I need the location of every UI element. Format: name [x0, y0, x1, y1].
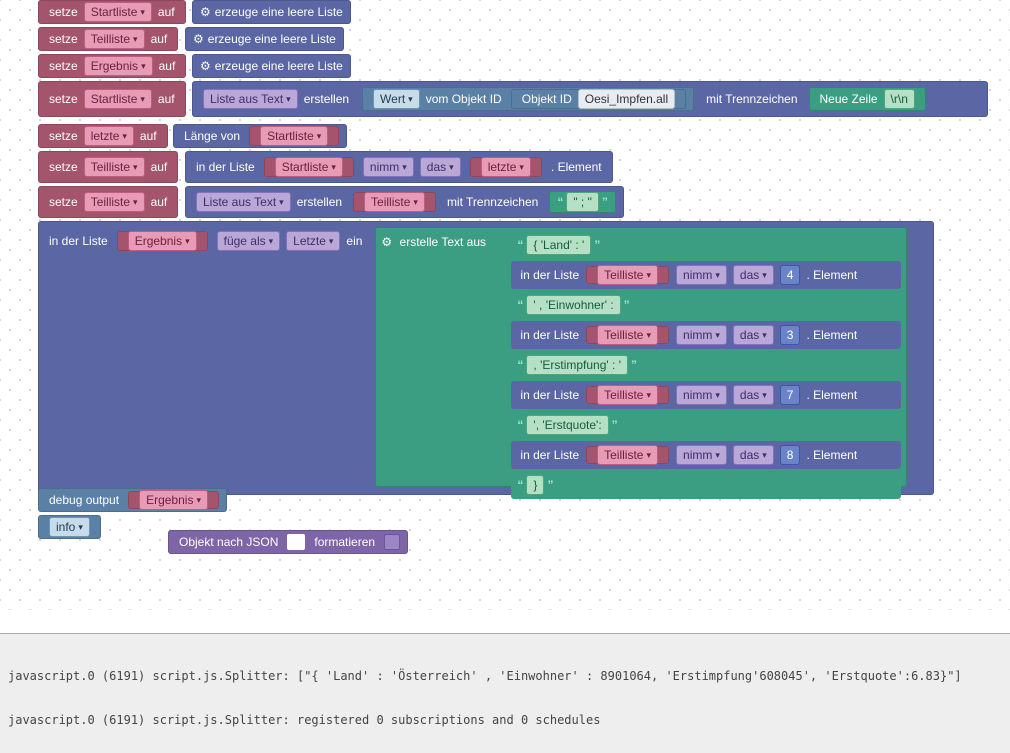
var-ref-teilliste[interactable]: Teilliste	[353, 192, 436, 212]
list-get-8[interactable]: in der Liste Teilliste nimm das 8 . Elem…	[511, 441, 901, 469]
dd-info[interactable]: info	[49, 517, 90, 537]
kw-setze: setze	[49, 5, 78, 19]
set-startliste-1[interactable]: setze Startliste auf	[38, 0, 186, 24]
dd-nimm[interactable]: nimm	[363, 157, 414, 177]
var-ref-startliste[interactable]: Startliste	[249, 126, 339, 146]
debug-output[interactable]: debug output Ergebnis	[38, 488, 227, 512]
gear-icon[interactable]	[200, 5, 215, 19]
set-teilliste-2[interactable]: setze Teilliste auf	[38, 151, 178, 183]
dd-wert[interactable]: Wert	[373, 89, 420, 109]
dd-das[interactable]: das	[420, 157, 461, 177]
in-list-get[interactable]: in der Liste Startliste nimm das letzte …	[185, 151, 613, 183]
var-ref-letzte[interactable]: letzte	[470, 157, 542, 177]
var-letzte[interactable]: letzte	[84, 126, 134, 146]
var-startliste[interactable]: Startliste	[84, 2, 152, 22]
var-ref-startliste-2[interactable]: Startliste	[264, 157, 354, 177]
list-insert-block[interactable]: in der Liste Ergebnis füge als Letzte ei…	[38, 221, 934, 495]
dd-list-from-text[interactable]: Liste aus Text	[203, 89, 298, 109]
log-line: javascript.0 (6191) script.js.Splitter: …	[8, 712, 1002, 728]
list-from-text-2[interactable]: Liste aus Text erstellen Teilliste mit T…	[185, 186, 624, 218]
text-piece-3[interactable]: “, 'Erstimpfung' : '”	[511, 351, 901, 379]
delimiter-semi[interactable]: “" ; "”	[549, 191, 616, 213]
object-id-block[interactable]: Objekt ID Oesi_Impfen.all	[511, 89, 686, 109]
blockly-workspace[interactable]: setze Startliste auf erzeuge eine leere …	[0, 0, 1010, 610]
create-text-block[interactable]: erstelle Text aus “{ 'Land' : '” in der …	[375, 227, 907, 487]
create-empty-list-2[interactable]: erzeuge eine leere Liste	[185, 27, 344, 51]
text-piece-5[interactable]: “}”	[511, 471, 901, 499]
gear-icon[interactable]	[381, 235, 396, 249]
dd-fuege-als[interactable]: füge als	[217, 231, 281, 251]
gear-icon[interactable]	[193, 32, 208, 46]
length-of[interactable]: Länge von Startliste	[173, 124, 347, 148]
list-get-7[interactable]: in der Liste Teilliste nimm das 7 . Elem…	[511, 381, 901, 409]
num-7[interactable]: 7	[780, 385, 801, 405]
json-format[interactable]: Objekt nach JSON formatieren	[168, 530, 408, 554]
json-input-slot[interactable]	[287, 534, 305, 550]
list-get-4[interactable]: in der Liste Teilliste nimm das 4 . Elem…	[511, 261, 901, 289]
text-piece-4[interactable]: “', 'Erstquote':”	[511, 411, 901, 439]
gear-icon[interactable]	[200, 59, 215, 73]
get-value-block[interactable]: Wert vom Objekt ID Objekt ID Oesi_Impfen…	[362, 87, 694, 111]
rn-field[interactable]: \r\n	[884, 89, 915, 109]
kw-auf: auf	[158, 5, 175, 19]
lbl-empty-list: erzeuge eine leere Liste	[215, 5, 343, 19]
set-startliste-2[interactable]: setze Startliste auf	[38, 81, 186, 117]
var-teilliste[interactable]: Teilliste	[84, 29, 145, 49]
list-get-3[interactable]: in der Liste Teilliste nimm das 3 . Elem…	[511, 321, 901, 349]
num-3[interactable]: 3	[780, 325, 801, 345]
var-ref-ergebnis[interactable]: Ergebnis	[117, 231, 208, 251]
set-ergebnis[interactable]: setze Ergebnis auf	[38, 54, 186, 78]
create-empty-list-1[interactable]: erzeuge eine leere Liste	[192, 0, 351, 24]
set-teilliste-3[interactable]: setze Teilliste auf	[38, 186, 178, 218]
text-piece-1[interactable]: “{ 'Land' : '”	[511, 231, 901, 259]
create-empty-list-3[interactable]: erzeuge eine leere Liste	[192, 54, 351, 78]
text-piece-2[interactable]: “' , 'Einwohner' :”	[511, 291, 901, 319]
set-teilliste-1[interactable]: setze Teilliste auf	[38, 27, 178, 51]
list-from-text-1[interactable]: Liste aus Text erstellen Wert vom Objekt…	[192, 81, 988, 117]
dd-letzte[interactable]: Letzte	[286, 231, 340, 251]
log-line: javascript.0 (6191) script.js.Splitter: …	[8, 668, 1002, 684]
object-id-field[interactable]: Oesi_Impfen.all	[578, 89, 675, 109]
num-8[interactable]: 8	[780, 445, 801, 465]
var-startliste[interactable]: Startliste	[84, 89, 152, 109]
json-checkbox[interactable]	[384, 534, 400, 550]
log-console: javascript.0 (6191) script.js.Splitter: …	[0, 633, 1010, 753]
info-block[interactable]: info	[38, 515, 101, 539]
delimiter-newline[interactable]: Neue Zeile \r\n	[809, 87, 926, 111]
lbl-length-of: Länge von	[184, 129, 240, 143]
var-ergebnis[interactable]: Ergebnis	[84, 56, 153, 76]
num-4[interactable]: 4	[780, 265, 801, 285]
set-letzte[interactable]: setze letzte auf	[38, 124, 168, 148]
